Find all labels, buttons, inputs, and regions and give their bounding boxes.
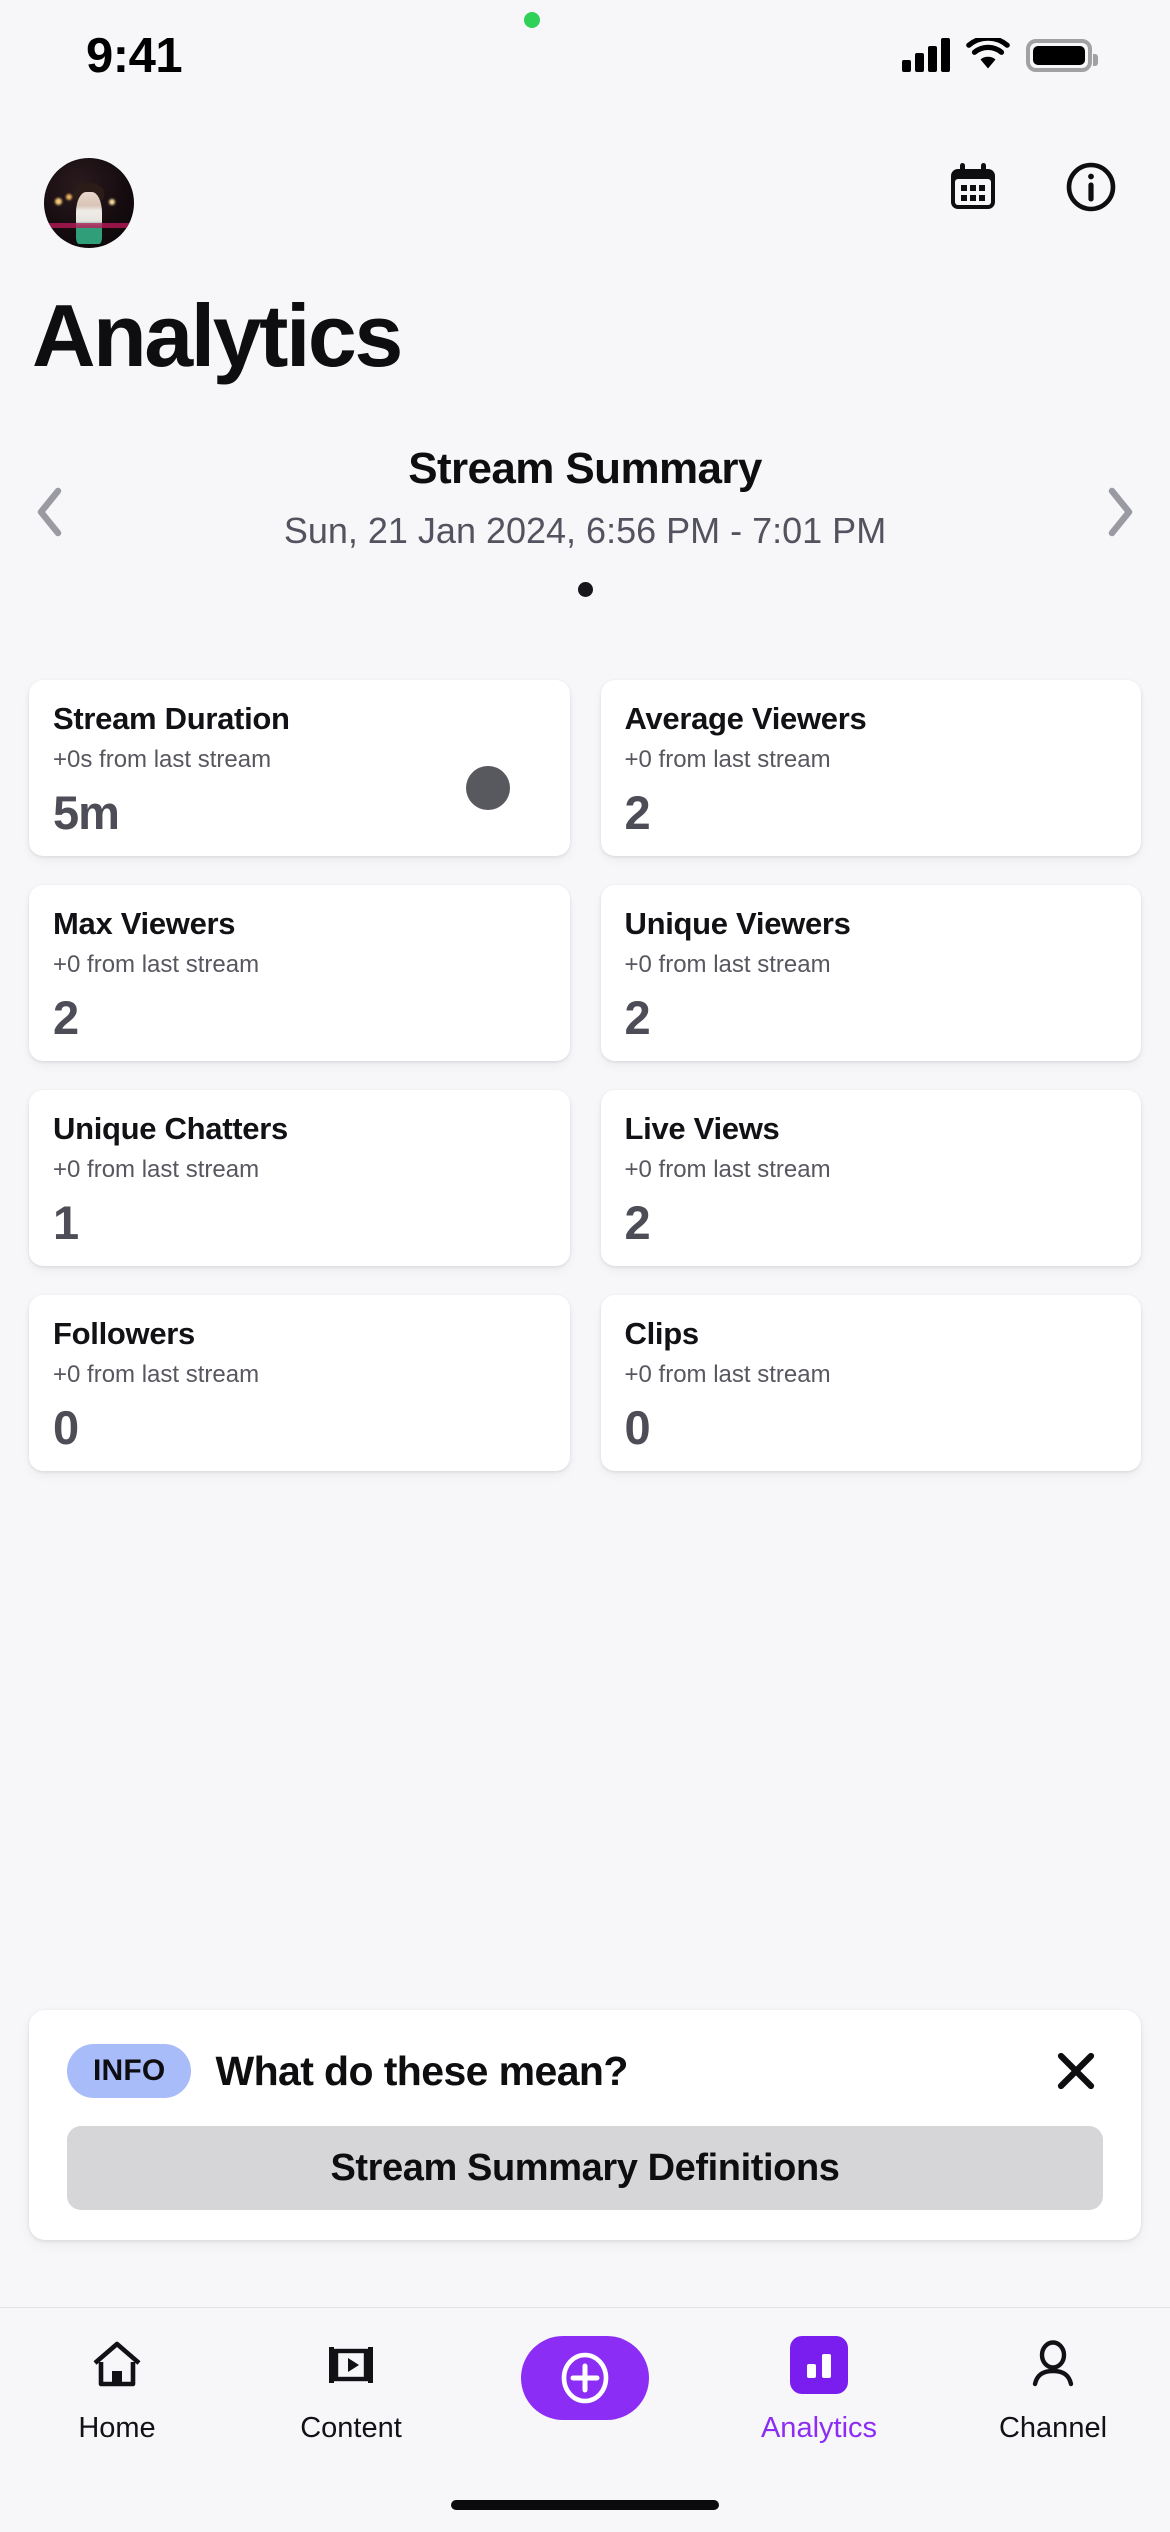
stat-card[interactable]: Followers +0 from last stream 0 bbox=[29, 1295, 570, 1471]
stat-value: 1 bbox=[53, 1196, 79, 1249]
stat-value: 0 bbox=[624, 1401, 651, 1454]
stat-title: Average Viewers bbox=[624, 701, 867, 736]
touch-cursor-indicator bbox=[465, 766, 510, 810]
stat-delta: +0 from last stream bbox=[624, 951, 831, 979]
cellular-signal-icon bbox=[902, 38, 950, 72]
tab-label: Home bbox=[78, 2412, 156, 2444]
stat-delta: +0 from last stream bbox=[53, 1156, 260, 1184]
stat-value: 2 bbox=[624, 991, 651, 1044]
stat-card[interactable]: Max Viewers +0 from last stream 2 bbox=[29, 885, 570, 1061]
stat-card-grid: Stream Duration +0s from last stream 5m … bbox=[29, 680, 1141, 1471]
stat-title: Max Viewers bbox=[53, 906, 236, 941]
status-bar: 9:41 bbox=[0, 0, 1170, 120]
create-button[interactable] bbox=[521, 2336, 649, 2420]
info-banner: INFO What do these mean? Stream Summary … bbox=[29, 2010, 1141, 2240]
person-icon bbox=[1025, 2334, 1081, 2396]
stat-delta: +0 from last stream bbox=[53, 951, 260, 979]
tab-label: Content bbox=[300, 2412, 402, 2444]
app-header bbox=[0, 150, 1170, 258]
chevron-right-icon[interactable] bbox=[1092, 484, 1148, 540]
stat-value: 2 bbox=[53, 991, 79, 1044]
tab-analytics[interactable]: Analytics bbox=[702, 2334, 936, 2445]
calendar-icon[interactable] bbox=[946, 160, 1000, 214]
home-icon bbox=[89, 2334, 145, 2396]
analytics-screen: 9:41 Analytics Stream Summary Sun, 21 Ja… bbox=[0, 0, 1170, 2532]
stat-title: Stream Duration bbox=[53, 701, 290, 736]
tab-home[interactable]: Home bbox=[0, 2334, 234, 2445]
info-question: What do these mean? bbox=[215, 2047, 628, 2094]
stat-title: Clips bbox=[624, 1316, 700, 1351]
stat-title: Followers bbox=[53, 1316, 195, 1351]
stat-card[interactable]: Unique Chatters +0 from last stream 1 bbox=[29, 1090, 570, 1266]
stat-value: 2 bbox=[624, 1196, 651, 1249]
stat-card[interactable]: Unique Viewers +0 from last stream 2 bbox=[600, 885, 1141, 1061]
stat-card[interactable]: Live Views +0 from last stream 2 bbox=[600, 1090, 1141, 1266]
status-badge: INFO bbox=[67, 2044, 192, 2098]
wifi-icon bbox=[966, 35, 1010, 72]
stat-value: 0 bbox=[53, 1401, 79, 1454]
stat-card[interactable]: Average Viewers +0 from last stream 2 bbox=[600, 680, 1141, 856]
stat-delta: +0 from last stream bbox=[624, 1156, 831, 1184]
page-title: Analytics bbox=[32, 286, 403, 385]
stat-title: Unique Chatters bbox=[53, 1111, 288, 1146]
close-icon[interactable] bbox=[1049, 2044, 1103, 2098]
info-circle-icon[interactable] bbox=[1064, 160, 1118, 214]
bar-chart-icon bbox=[790, 2334, 848, 2396]
video-clip-icon bbox=[323, 2334, 379, 2396]
page-dot[interactable] bbox=[577, 582, 593, 597]
tab-content[interactable]: Content bbox=[234, 2334, 468, 2445]
stat-title: Live Views bbox=[624, 1111, 780, 1146]
avatar[interactable] bbox=[44, 158, 134, 248]
tab-channel[interactable]: Channel bbox=[936, 2334, 1170, 2445]
home-indicator bbox=[451, 2500, 719, 2510]
carousel-page-dots[interactable] bbox=[0, 582, 1170, 597]
summary-title: Stream Summary bbox=[408, 444, 762, 493]
recording-indicator-dot bbox=[524, 12, 540, 28]
bottom-tab-bar: Home Content Analytics Channel bbox=[0, 2307, 1170, 2532]
stat-card[interactable]: Stream Duration +0s from last stream 5m bbox=[29, 680, 570, 856]
stream-summary-carousel: Stream Summary Sun, 21 Jan 2024, 6:56 PM… bbox=[0, 430, 1170, 610]
tab-create[interactable] bbox=[468, 2334, 702, 2436]
stat-delta: +0 from last stream bbox=[624, 746, 831, 774]
stat-value: 2 bbox=[624, 786, 651, 839]
stat-delta: +0 from last stream bbox=[624, 1361, 831, 1389]
stat-title: Unique Viewers bbox=[624, 906, 851, 941]
status-bar-icons bbox=[902, 32, 1098, 72]
tab-label: Analytics bbox=[760, 2412, 878, 2444]
stat-card[interactable]: Clips +0 from last stream 0 bbox=[600, 1295, 1141, 1471]
stat-delta: +0 from last stream bbox=[53, 1361, 260, 1389]
status-bar-time: 9:41 bbox=[86, 29, 183, 83]
tab-label: Channel bbox=[998, 2412, 1108, 2444]
battery-icon bbox=[1026, 39, 1098, 72]
stream-summary-definitions-button[interactable]: Stream Summary Definitions bbox=[67, 2126, 1103, 2210]
summary-date-range: Sun, 21 Jan 2024, 6:56 PM - 7:01 PM bbox=[283, 510, 887, 551]
stat-value: 5m bbox=[53, 786, 120, 839]
